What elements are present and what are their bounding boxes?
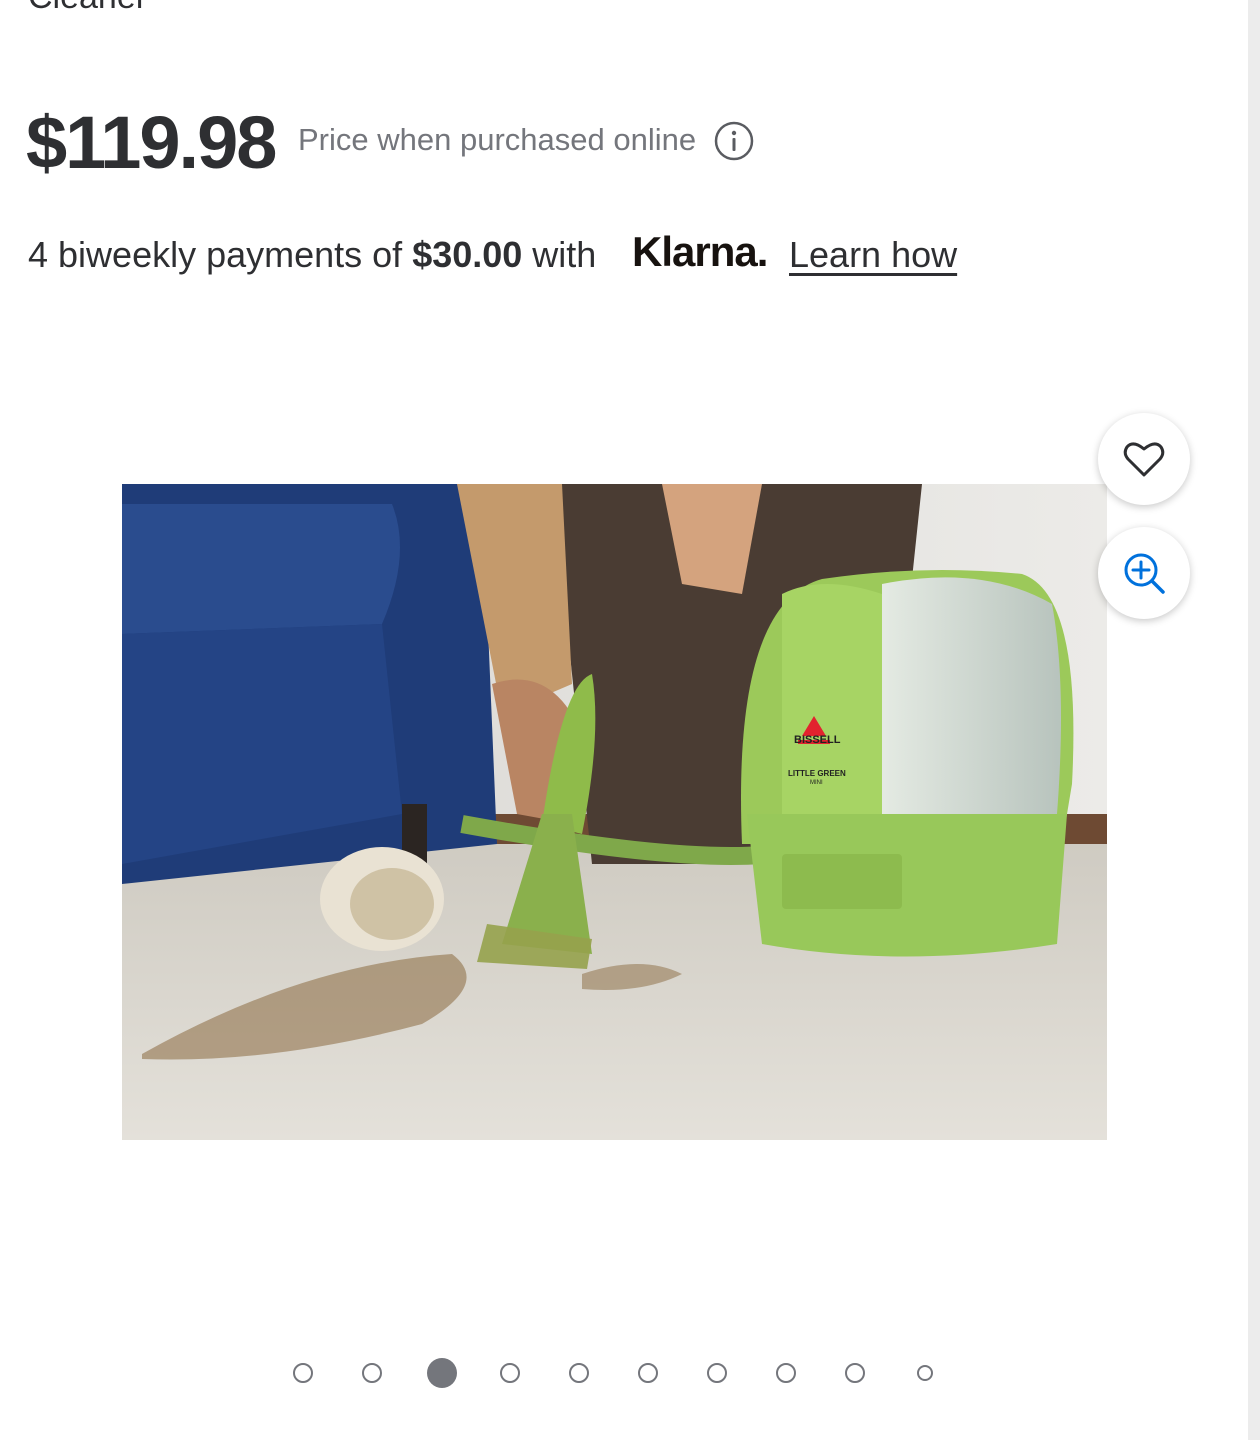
klarna-amount: $30.00 [412, 234, 523, 275]
carousel-dot[interactable] [917, 1365, 933, 1381]
info-icon[interactable] [714, 121, 754, 161]
price-note: Price when purchased online [298, 122, 697, 157]
model-sub-text: MINI [810, 780, 823, 786]
zoom-button[interactable] [1098, 527, 1190, 619]
klarna-logo: Klarna. [632, 228, 768, 275]
klarna-payment-text: 4 biweekly payments of $30.00 with [28, 234, 596, 276]
price: $119.98 [26, 101, 277, 184]
carousel-dot[interactable] [362, 1363, 382, 1383]
product-image[interactable]: BISSELL LITTLE GREEN MINI [122, 484, 1107, 1140]
brand-text: BISSELL [794, 734, 841, 746]
favorite-button[interactable] [1098, 413, 1190, 505]
scrollbar[interactable] [1248, 0, 1260, 1440]
klarna-suffix: with [522, 234, 597, 275]
carousel-dot-active[interactable] [427, 1358, 457, 1388]
zoom-in-icon [1124, 553, 1165, 594]
carousel-dot[interactable] [293, 1363, 313, 1383]
learn-how-link[interactable]: Learn how [789, 234, 957, 276]
carousel-dot[interactable] [500, 1363, 520, 1383]
carousel-dot[interactable] [845, 1363, 865, 1383]
product-title: Cleaner [28, 0, 147, 17]
carousel-dot[interactable] [638, 1363, 658, 1383]
carousel-dot[interactable] [776, 1363, 796, 1383]
carousel-dot[interactable] [569, 1363, 589, 1383]
carousel-dot[interactable] [707, 1363, 727, 1383]
klarna-prefix: 4 biweekly payments of [28, 234, 413, 275]
heart-icon [1123, 442, 1165, 477]
model-text: LITTLE GREEN [788, 769, 846, 778]
